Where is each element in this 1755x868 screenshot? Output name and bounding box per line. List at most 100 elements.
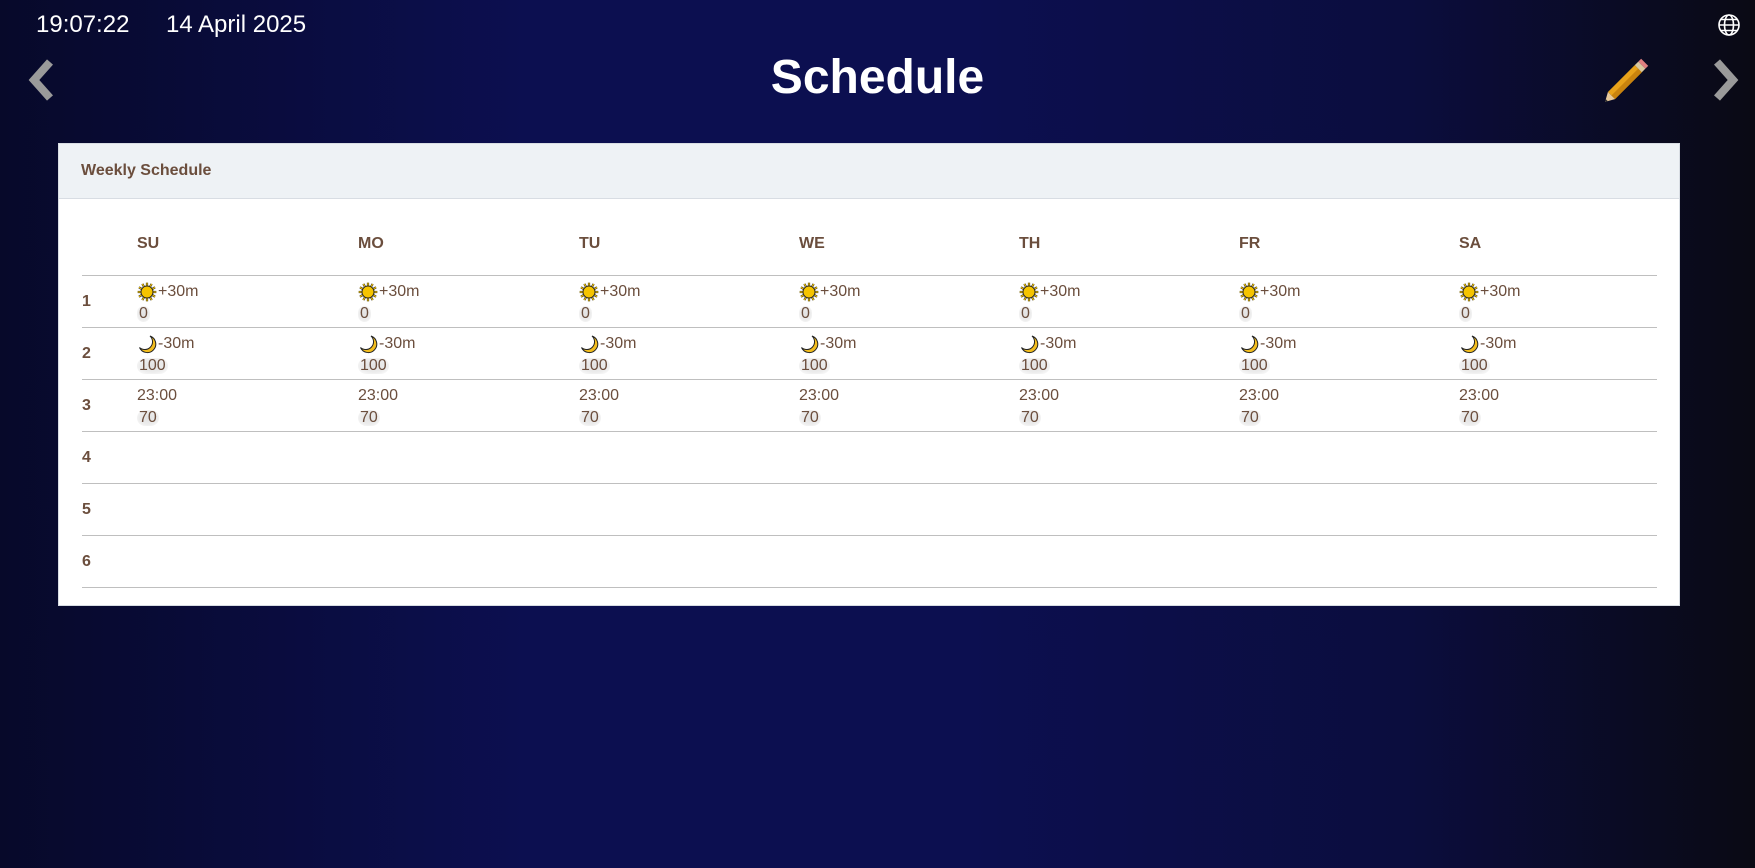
moon-icon: [358, 334, 378, 354]
schedule-entry[interactable]: -30m 100: [1459, 333, 1516, 377]
next-button[interactable]: [1705, 52, 1745, 108]
entry-value: 0: [1239, 305, 1252, 322]
entry-value: 0: [1019, 305, 1032, 322]
edit-button[interactable]: [1599, 52, 1655, 108]
day-header-row: SU MO TU WE TH FR SA: [82, 198, 1657, 276]
chevron-right-icon: [1714, 59, 1739, 101]
entry-value: 100: [358, 357, 389, 374]
moon-icon: [1239, 334, 1259, 354]
entry-trigger: +30m: [1260, 283, 1301, 300]
entry-trigger: +30m: [600, 283, 641, 300]
entry-value: 100: [1459, 357, 1490, 374]
entry-trigger: +30m: [379, 283, 420, 300]
row-number: 2: [82, 345, 91, 362]
entry-trigger: 23:00: [579, 387, 620, 404]
schedule-entry[interactable]: -30m 100: [137, 333, 194, 377]
entry-trigger: 23:00: [1459, 387, 1500, 404]
moon-icon: [1019, 334, 1039, 354]
moon-icon: [579, 334, 599, 354]
sun-icon: [799, 282, 819, 302]
entry-value: 70: [358, 409, 380, 426]
entry-value: 0: [1459, 305, 1472, 322]
schedule-entry[interactable]: +30m 0: [358, 281, 419, 325]
schedule-row: 6: [82, 536, 1657, 588]
schedule-row: 3 23:00 70 23:00 70 23:00 70 23:00 70 23:00 70 23:0…: [82, 380, 1657, 432]
schedule-entry[interactable]: 23:00 70: [137, 385, 177, 429]
entry-value: 100: [137, 357, 168, 374]
entry-trigger: 23:00: [1019, 387, 1060, 404]
entry-value: 70: [799, 409, 821, 426]
schedule-entry[interactable]: 23:00 70: [358, 385, 398, 429]
entry-trigger: -30m: [600, 335, 637, 352]
day-header-fr: FR: [1239, 235, 1261, 252]
weekly-schedule-card: Weekly Schedule SU MO TU WE TH FR SA 1 +30m 0 +30…: [58, 143, 1680, 606]
top-bar: 19:07:22 14 April 2025: [0, 0, 1755, 50]
entry-value: 70: [579, 409, 601, 426]
entry-value: 100: [799, 357, 830, 374]
entry-value: 0: [358, 305, 371, 322]
sun-icon: [137, 282, 157, 302]
entry-value: 100: [1239, 357, 1270, 374]
sun-icon: [1239, 282, 1259, 302]
entry-trigger: 23:00: [358, 387, 399, 404]
entry-trigger: +30m: [1480, 283, 1521, 300]
schedule-row: 1 +30m 0 +30m 0 +30m 0 +30m 0 +30m 0 +30m 0 +30m 0: [82, 276, 1657, 328]
entry-trigger: -30m: [1040, 335, 1077, 352]
page-title: Schedule: [770, 51, 985, 104]
day-header-mo: MO: [358, 235, 384, 252]
row-number: 6: [82, 553, 91, 570]
day-header-su: SU: [137, 235, 160, 252]
schedule-row: 4: [82, 432, 1657, 484]
entry-value: 70: [1459, 409, 1481, 426]
globe-icon[interactable]: [1717, 13, 1741, 37]
schedule-entry[interactable]: -30m 100: [1239, 333, 1296, 377]
day-header-sa: SA: [1459, 235, 1482, 252]
schedule-entry[interactable]: 23:00 70: [1459, 385, 1499, 429]
schedule-table: SU MO TU WE TH FR SA 1 +30m 0 +30m 0 +30m 0 +30m 0 +30m…: [82, 198, 1657, 588]
entry-value: 0: [579, 305, 592, 322]
schedule-entry[interactable]: +30m 0: [1459, 281, 1520, 325]
schedule-entry[interactable]: -30m 100: [799, 333, 856, 377]
schedule-entry[interactable]: +30m 0: [799, 281, 860, 325]
entry-value: 100: [579, 357, 610, 374]
entry-trigger: -30m: [820, 335, 857, 352]
entry-trigger: +30m: [1040, 283, 1081, 300]
schedule-entry[interactable]: +30m 0: [1239, 281, 1300, 325]
schedule-entry[interactable]: +30m 0: [1019, 281, 1080, 325]
sun-icon: [358, 282, 378, 302]
entry-trigger: -30m: [379, 335, 416, 352]
row-number: 5: [82, 501, 91, 518]
moon-icon: [137, 334, 157, 354]
schedule-row: 2 -30m 100 -30m 100 -30m 100 -30m 100 -30m 100 -30m…: [82, 328, 1657, 380]
entry-value: 70: [1019, 409, 1041, 426]
day-header-we: WE: [799, 235, 825, 252]
sun-icon: [1459, 282, 1479, 302]
schedule-entry[interactable]: -30m 100: [358, 333, 415, 377]
entry-trigger: 23:00: [1239, 387, 1280, 404]
sun-icon: [1019, 282, 1039, 302]
entry-trigger: 23:00: [799, 387, 840, 404]
entry-trigger: -30m: [1480, 335, 1517, 352]
schedule-entry[interactable]: +30m 0: [137, 281, 198, 325]
schedule-entry[interactable]: 23:00 70: [579, 385, 619, 429]
sun-icon: [579, 282, 599, 302]
entry-trigger: +30m: [158, 283, 199, 300]
row-number: 4: [82, 449, 91, 466]
entry-trigger: +30m: [820, 283, 861, 300]
entry-value: 100: [1019, 357, 1050, 374]
entry-trigger: -30m: [158, 335, 195, 352]
moon-icon: [1459, 334, 1479, 354]
entry-value: 0: [799, 305, 812, 322]
entry-value: 0: [137, 305, 150, 322]
schedule-entry[interactable]: 23:00 70: [1019, 385, 1059, 429]
schedule-entry[interactable]: -30m 100: [579, 333, 636, 377]
schedule-row: 5: [82, 484, 1657, 536]
schedule-entry[interactable]: +30m 0: [579, 281, 640, 325]
row-number: 3: [82, 397, 91, 414]
entry-value: 70: [137, 409, 159, 426]
schedule-entry[interactable]: 23:00 70: [1239, 385, 1279, 429]
schedule-entry[interactable]: 23:00 70: [799, 385, 839, 429]
date: 14 April 2025: [166, 11, 307, 38]
schedule-entry[interactable]: -30m 100: [1019, 333, 1076, 377]
entry-trigger: 23:00: [137, 387, 178, 404]
